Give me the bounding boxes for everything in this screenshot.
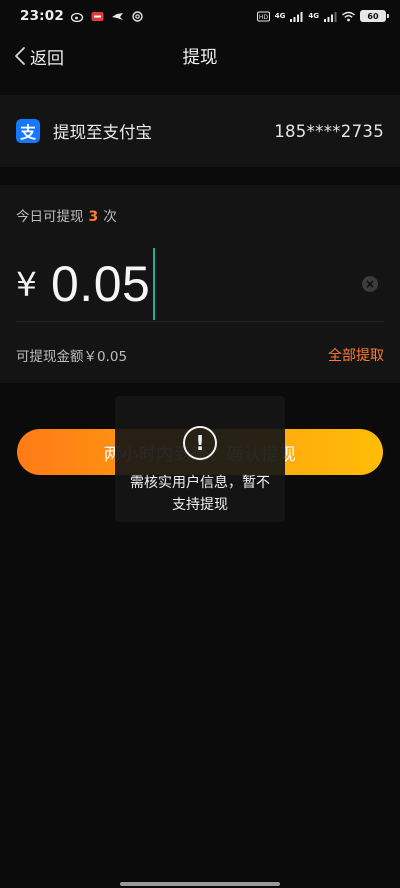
currency-symbol: ¥: [16, 264, 37, 304]
withdraw-screen: 23:02 HD 4G 4G 60 返回 提现 支 提现至支付宝 185****…: [0, 0, 400, 888]
nav-bar: 返回 提现: [0, 32, 400, 80]
back-button[interactable]: 返回: [14, 32, 64, 80]
signal-icon-2: [324, 11, 337, 22]
chevron-left-icon: [15, 47, 25, 65]
account-label: 提现至支付宝: [53, 123, 152, 142]
exclamation-icon: !: [183, 426, 217, 460]
amount-card: 今日可提现 3 次 ¥ 0.05 × 可提现金额￥0.05 全部提取: [0, 185, 400, 383]
today-limit-count: 3: [88, 209, 99, 225]
available-row: 可提现金额￥0.05 全部提取: [16, 345, 384, 365]
status-bar: 23:02 HD 4G 4G 60: [0, 0, 400, 32]
status-time: 23:02: [20, 8, 64, 24]
weibo-icon: [70, 12, 84, 22]
app-notification-icon: [91, 11, 104, 21]
battery-icon: 60: [360, 10, 389, 22]
amount-value[interactable]: 0.05: [51, 255, 150, 313]
status-bar-left: 23:02: [20, 8, 144, 24]
clear-icon[interactable]: ×: [362, 276, 378, 292]
toast-message: 需核实用户信息，暂不支持提现: [130, 475, 270, 513]
status-bar-right: HD 4G 4G 60: [256, 10, 389, 22]
page-title: 提现: [182, 47, 218, 68]
error-toast: ! 需核实用户信息，暂不支持提现: [115, 396, 285, 522]
bird-icon: [111, 12, 123, 20]
svg-text:HD: HD: [259, 14, 269, 21]
hd-icon: HD: [256, 11, 270, 21]
today-limit-text: 今日可提现 3 次: [16, 205, 117, 225]
withdraw-account-row[interactable]: 支 提现至支付宝 185****2735: [0, 95, 400, 167]
home-indicator[interactable]: [120, 882, 280, 886]
wifi-icon: [342, 11, 355, 21]
network-type-1: 4G: [274, 11, 286, 20]
available-amount-text: 可提现金额￥0.05: [16, 349, 128, 365]
withdraw-all-link[interactable]: 全部提取: [328, 345, 384, 365]
back-label: 返回: [30, 48, 64, 69]
text-cursor: [153, 248, 156, 320]
swirl-icon: [132, 10, 143, 22]
signal-icon: [290, 11, 303, 22]
alipay-icon: 支: [16, 119, 40, 143]
account-number: 185****2735: [274, 121, 384, 141]
amount-input[interactable]: ¥ 0.05 ×: [16, 247, 384, 322]
today-limit-suffix: 次: [103, 209, 117, 225]
network-type-2: 4G: [308, 11, 319, 20]
today-limit-prefix: 今日可提现: [16, 209, 84, 225]
